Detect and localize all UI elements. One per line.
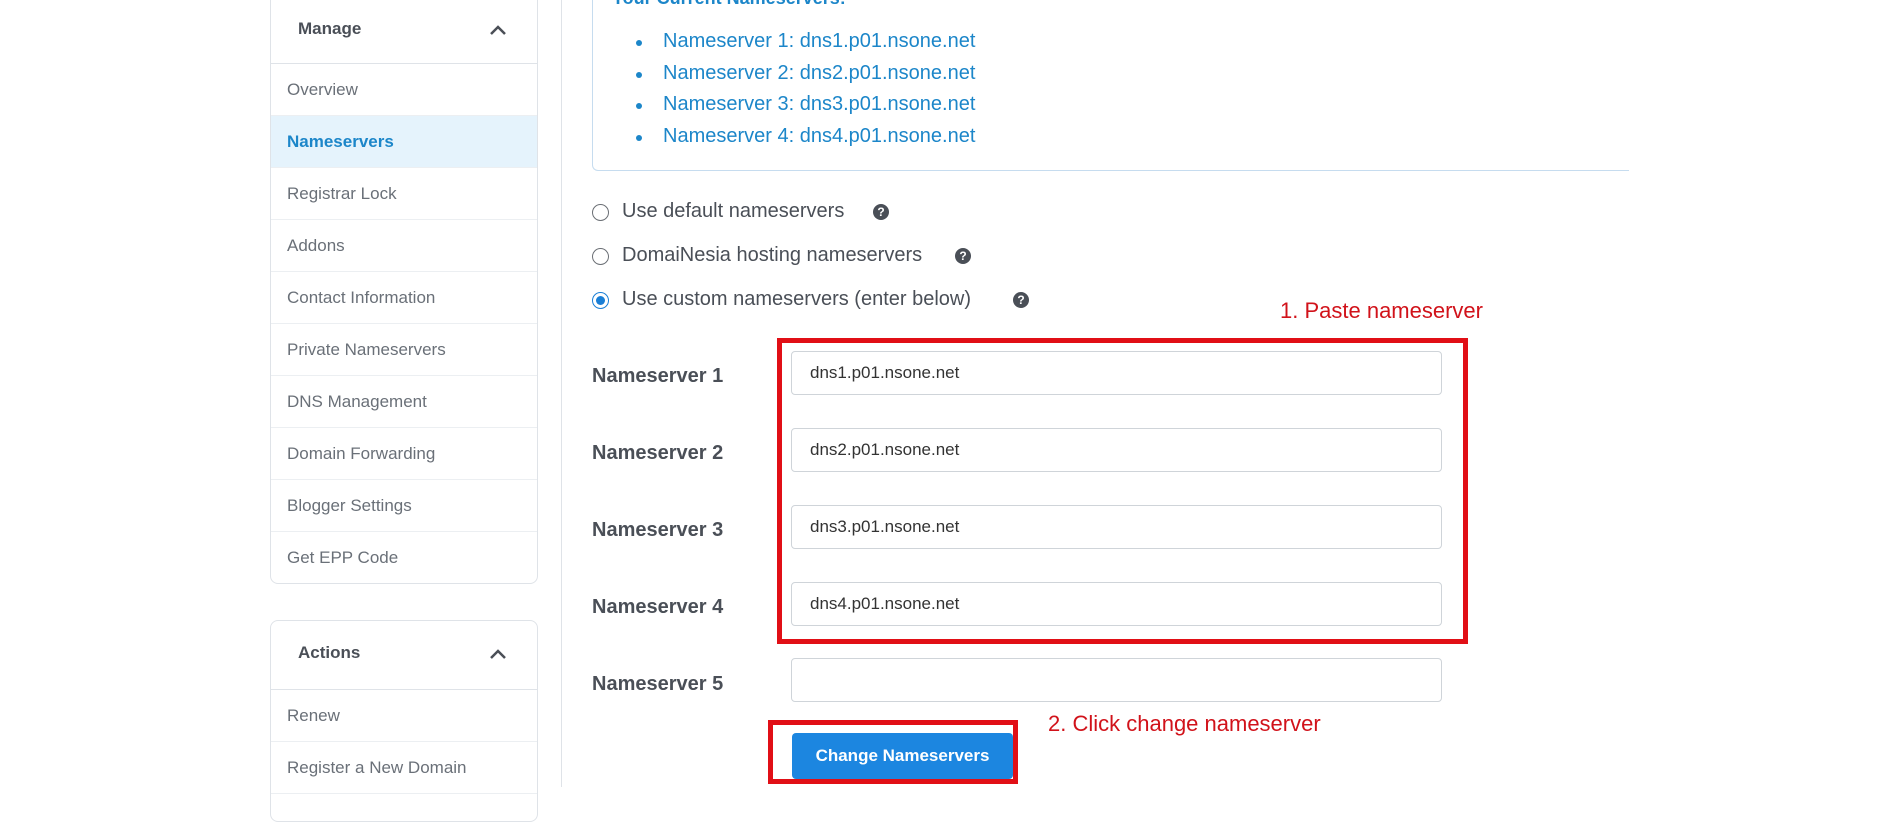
option-label: DomaiNesia hosting nameservers: [622, 244, 923, 266]
sidebar-item-label: Blogger Settings: [287, 496, 412, 515]
option-hosting-nameservers[interactable]: DomaiNesia hosting nameservers ?: [592, 244, 972, 268]
sidebar-item-label: Renew: [287, 706, 340, 725]
actions-panel: Actions Renew Register a New Domain: [270, 620, 538, 822]
sidebar-item-renew[interactable]: Renew: [271, 690, 537, 742]
nameserver-5-label: Nameserver 5: [592, 673, 724, 695]
sidebar-item-label: Domain Forwarding: [287, 444, 436, 463]
sidebar-item-label: Addons: [287, 236, 345, 255]
sidebar-item-label: Get EPP Code: [287, 548, 399, 567]
nameserver-4-label: Nameserver 4: [592, 596, 724, 618]
chevron-up-icon[interactable]: [487, 19, 509, 41]
sidebar-item-label: Register a New Domain: [287, 758, 467, 777]
sidebar-item-label: Private Nameservers: [287, 340, 446, 359]
sidebar-item-label: DNS Management: [287, 392, 427, 411]
sidebar-item-get-epp-code[interactable]: Get EPP Code: [271, 532, 537, 583]
manage-panel: Manage Overview Nameservers Registrar Lo…: [270, 0, 538, 584]
sidebar-item-addons[interactable]: Addons: [271, 220, 537, 272]
nameserver-5-input[interactable]: [791, 658, 1442, 702]
help-icon[interactable]: ?: [955, 248, 971, 264]
sidebar-item-private-nameservers[interactable]: Private Nameservers: [271, 324, 537, 376]
sidebar-item-dns-management[interactable]: DNS Management: [271, 376, 537, 428]
nameserver-1-label: Nameserver 1: [592, 365, 724, 387]
current-nameservers-heading: Your Current Nameservers:: [612, 0, 846, 9]
list-item: Nameserver 3: dns3.p01.nsone.net: [636, 93, 975, 125]
option-label: Use default nameservers: [622, 200, 845, 222]
annotation-step-2: 2. Click change nameserver: [1048, 711, 1321, 736]
list-item: Nameserver 4: dns4.p01.nsone.net: [636, 125, 975, 157]
manage-title: Manage: [298, 19, 362, 38]
sidebar-item-label: Registrar Lock: [287, 184, 397, 203]
help-icon[interactable]: ?: [1013, 292, 1029, 308]
annotation-box-fields: [777, 338, 1468, 644]
annotation-step-1: 1. Paste nameserver: [1280, 298, 1483, 323]
content-divider: [561, 0, 562, 787]
sidebar-item-registrar-lock[interactable]: Registrar Lock: [271, 168, 537, 220]
sidebar-item-domain-forwarding[interactable]: Domain Forwarding: [271, 428, 537, 480]
help-icon[interactable]: ?: [873, 204, 889, 220]
sidebar-item-register-new-domain[interactable]: Register a New Domain: [271, 742, 537, 794]
option-custom-nameservers[interactable]: Use custom nameservers (enter below) ?: [592, 288, 1032, 312]
list-item: Nameserver 1: dns1.p01.nsone.net: [636, 30, 975, 62]
list-item: Nameserver 2: dns2.p01.nsone.net: [636, 62, 975, 94]
radio-custom[interactable]: [592, 292, 609, 309]
sidebar-item-contact-information[interactable]: Contact Information: [271, 272, 537, 324]
sidebar-item-nameservers[interactable]: Nameservers: [271, 116, 537, 168]
sidebar-item-blogger-settings[interactable]: Blogger Settings: [271, 480, 537, 532]
nameserver-2-label: Nameserver 2: [592, 442, 724, 464]
current-nameservers-list: Nameserver 1: dns1.p01.nsone.net Nameser…: [636, 30, 975, 156]
radio-default[interactable]: [592, 204, 609, 221]
sidebar-item-overview[interactable]: Overview: [271, 64, 537, 116]
sidebar-item-label: Overview: [287, 80, 358, 99]
radio-hosting[interactable]: [592, 248, 609, 265]
annotation-box-button: [768, 720, 1018, 784]
option-label: Use custom nameservers (enter below): [622, 288, 972, 310]
chevron-up-icon[interactable]: [487, 643, 509, 665]
nameserver-3-label: Nameserver 3: [592, 519, 724, 541]
actions-header[interactable]: Actions: [271, 621, 537, 690]
manage-header[interactable]: Manage: [271, 0, 537, 64]
actions-title: Actions: [298, 643, 361, 662]
option-default-nameservers[interactable]: Use default nameservers ?: [592, 200, 892, 224]
sidebar-item-label: Contact Information: [287, 288, 436, 307]
sidebar-item-label: Nameservers: [287, 132, 394, 151]
